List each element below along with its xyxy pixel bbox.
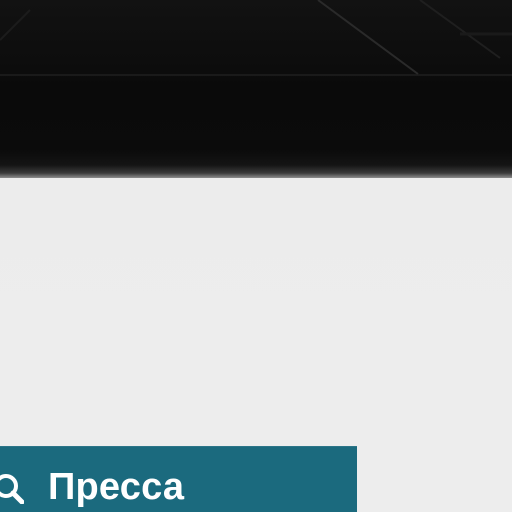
magnifier-icon [0,470,25,505]
page-background: Пресса [0,0,512,512]
press-button[interactable]: Пресса [0,446,357,512]
ceiling-beams-decoration [0,0,512,75]
press-button-label: Пресса [48,466,185,508]
ceiling-band [0,0,512,178]
